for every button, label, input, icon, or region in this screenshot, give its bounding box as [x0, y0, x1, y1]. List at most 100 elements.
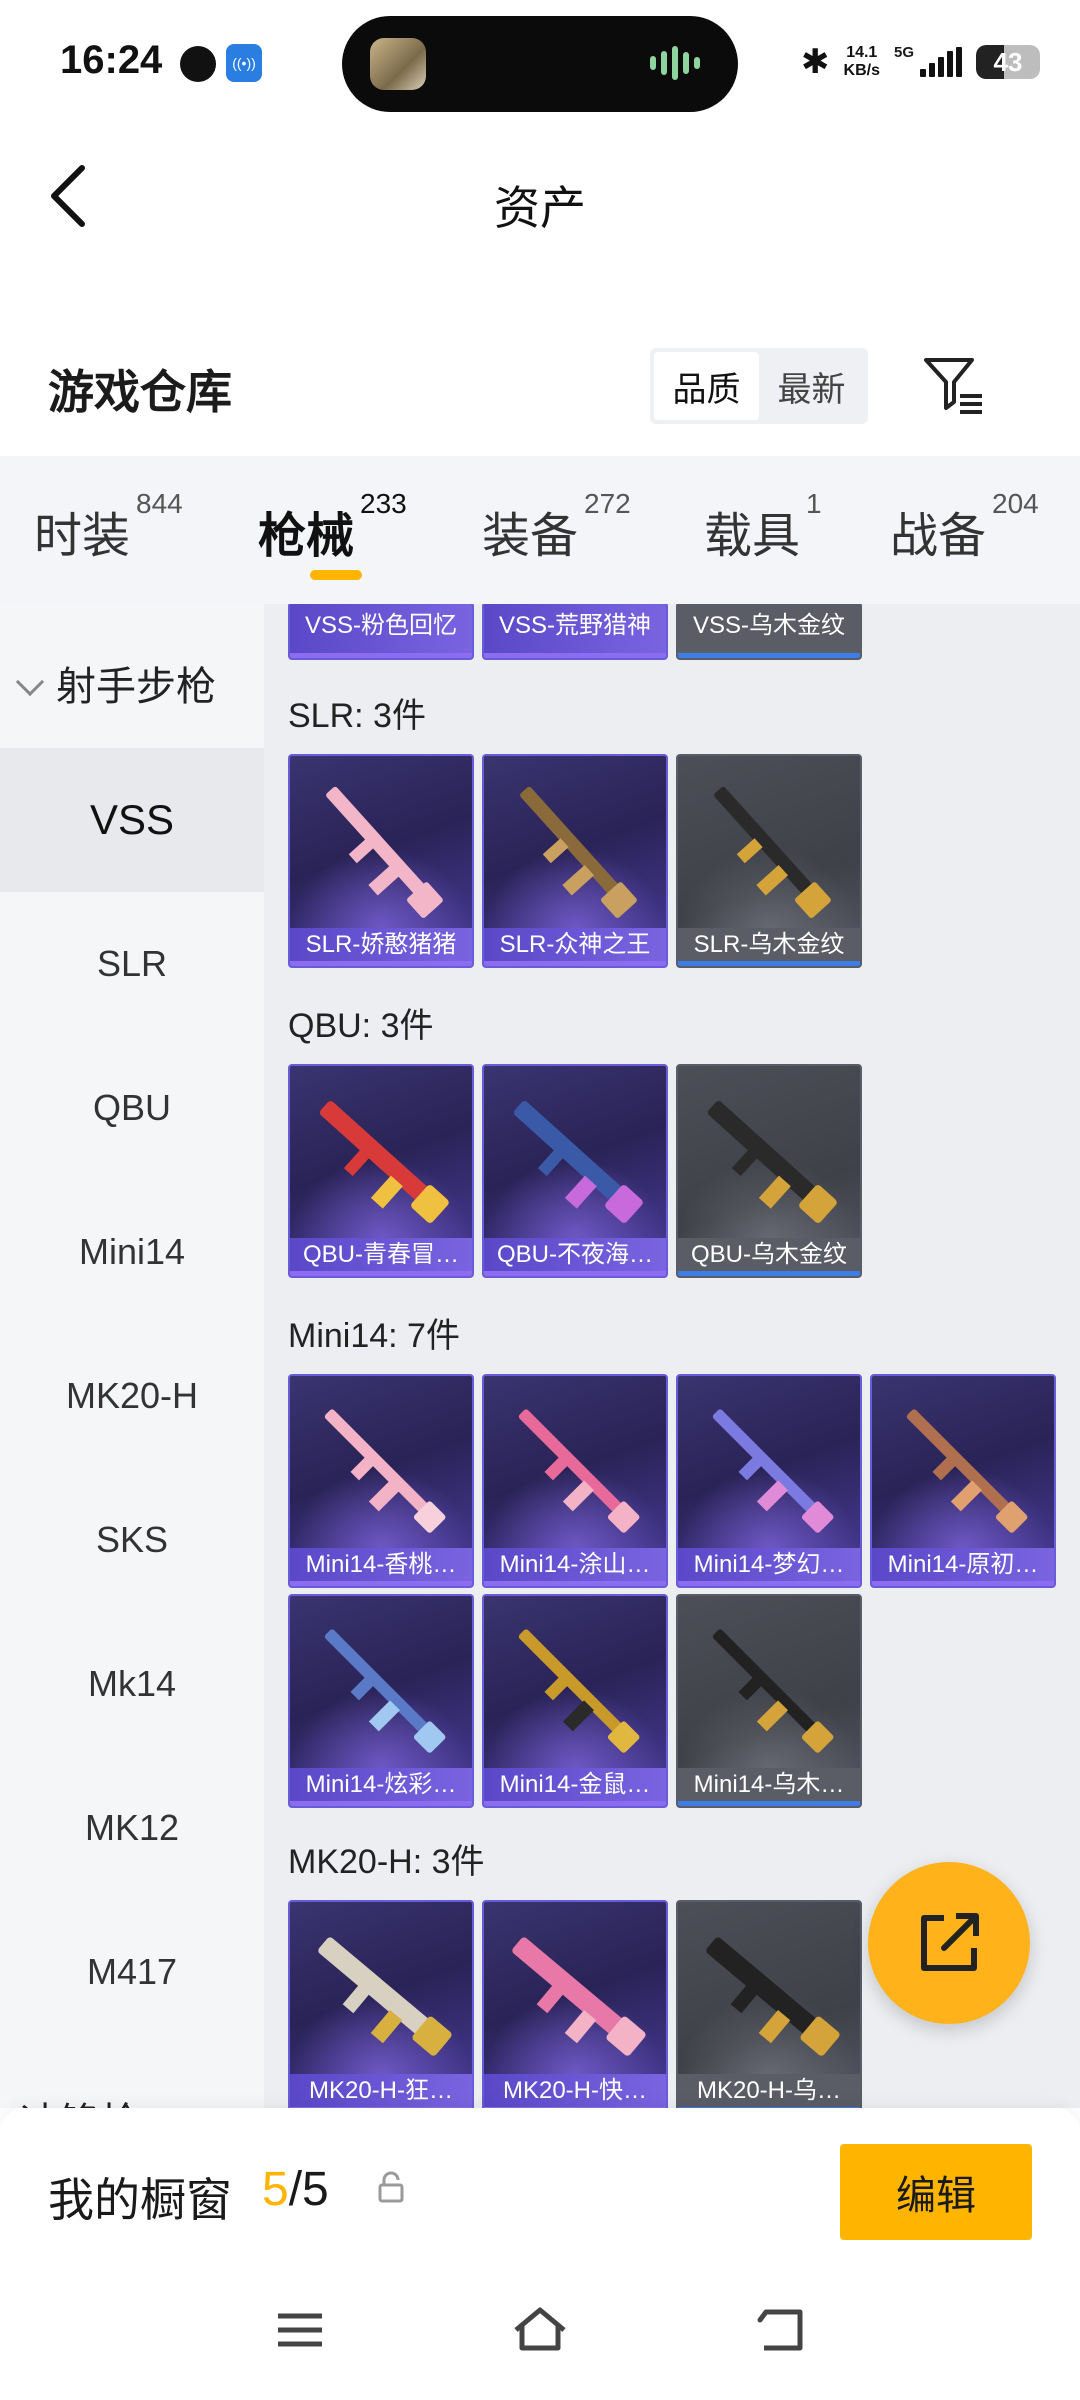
dynamic-island[interactable]: [342, 16, 738, 112]
sidebar-item-vss[interactable]: VSS: [0, 748, 264, 892]
weapon-name: QBU-乌木金纹: [678, 1238, 860, 1276]
weapon-card[interactable]: SLR-娇憨猪猪: [288, 754, 474, 968]
weapon-card[interactable]: Mini14-原初…: [870, 1374, 1056, 1588]
weapon-name: Mini14-乌木…: [678, 1768, 860, 1806]
group-label-qbu: QBU: 3件: [288, 1007, 434, 1045]
weapon-card[interactable]: SLR-众神之王: [482, 754, 668, 968]
weapon-name: VSS-荒野猎神: [484, 604, 666, 658]
group-label-mk20h: MK20-H: 3件: [288, 1843, 485, 1881]
weapon-card[interactable]: MK20-H-乌…: [676, 1900, 862, 2108]
sort-toggle: 品质 最新: [650, 348, 868, 424]
lock-icon: [378, 2171, 404, 2203]
sidebar-item-slr[interactable]: SLR: [0, 892, 264, 1036]
battery-icon: 43: [976, 45, 1040, 79]
weapon-name: MK20-H-快…: [484, 2074, 666, 2108]
sidebar-item-mk12[interactable]: MK12: [0, 1756, 264, 1900]
category-tabs: 时装844 枪械233 装备272 载具1 战备204: [0, 456, 1080, 604]
status-bar: 16:24 ((•)) ✱ 14.1 KB/s 5G 43: [0, 0, 1080, 130]
media-thumbnail: [370, 38, 426, 90]
weapon-card[interactable]: Mini14-涂山…: [482, 1374, 668, 1588]
weapon-card[interactable]: QBU-乌木金纹: [676, 1064, 862, 1278]
sidebar-item-sks[interactable]: SKS: [0, 1468, 264, 1612]
weapon-card[interactable]: QBU-青春冒…: [288, 1064, 474, 1278]
rifle-icon: [906, 1409, 1028, 1533]
weapon-name: VSS-粉色回忆: [290, 604, 472, 658]
weapon-card[interactable]: QBU-不夜海…: [482, 1064, 668, 1278]
tab-firearms[interactable]: 枪械233: [258, 488, 407, 566]
rifle-icon: [324, 1409, 446, 1533]
weapon-name: SLR-众神之王: [484, 928, 666, 966]
bluetooth-icon: ✱: [801, 43, 830, 81]
rifle-icon: [318, 1937, 452, 2056]
filter-icon[interactable]: [920, 352, 986, 418]
rifle-icon: [324, 1629, 446, 1753]
audio-wave-icon: [650, 46, 710, 82]
tab-equipment[interactable]: 装备272: [482, 488, 631, 566]
network-speed: 14.1 KB/s: [843, 44, 880, 79]
weapon-card[interactable]: Mini14-金鼠…: [482, 1594, 668, 1808]
sidebar-item-m417[interactable]: M417: [0, 1900, 264, 2044]
weapon-name: MK20-H-狂…: [290, 2074, 472, 2108]
rifle-icon: [712, 1629, 834, 1753]
page-title: 资产: [494, 182, 586, 234]
weapon-name: Mini14-涂山…: [484, 1548, 666, 1586]
weapon-name: Mini14-炫彩…: [290, 1768, 472, 1806]
hotspot-badge-icon: ((•)): [226, 44, 262, 82]
weapon-card[interactable]: MK20-H-狂…: [288, 1900, 474, 2108]
sidebar-item-qbu[interactable]: QBU: [0, 1036, 264, 1180]
sidebar-item-mk14[interactable]: Mk14: [0, 1612, 264, 1756]
sidebar-group-dmr[interactable]: 射手步枪: [15, 654, 216, 712]
home-icon[interactable]: [510, 2300, 570, 2360]
rifle-icon: [706, 1937, 840, 2056]
network-type: 5G: [893, 43, 914, 61]
showcase-label: 我的橱窗: [48, 2174, 232, 2226]
weapon-name: VSS-乌木金纹: [678, 604, 860, 658]
rifle-icon: [326, 786, 443, 918]
rifle-icon: [714, 786, 831, 918]
rifle-icon: [513, 1101, 643, 1223]
sidebar-item-mk20h[interactable]: MK20-H: [0, 1324, 264, 1468]
weapon-card[interactable]: VSS-粉色回忆: [288, 604, 474, 660]
weapon-name: Mini14-香桃…: [290, 1548, 472, 1586]
sort-newest[interactable]: 最新: [759, 352, 864, 420]
weapon-card[interactable]: Mini14-香桃…: [288, 1374, 474, 1588]
weapon-sidebar: 射手步枪 VSS SLR QBU Mini14 MK20-H SKS Mk14 …: [0, 604, 264, 2108]
tab-fashion[interactable]: 时装844: [34, 488, 183, 566]
rifle-icon: [518, 1409, 640, 1533]
weapon-card[interactable]: Mini14-梦幻…: [676, 1374, 862, 1588]
tab-indicator: [310, 570, 362, 580]
weapon-card[interactable]: Mini14-炫彩…: [288, 1594, 474, 1808]
group-label-mini14: Mini14: 7件: [288, 1317, 460, 1355]
clock: 16:24: [60, 38, 163, 82]
weapon-name: Mini14-金鼠…: [484, 1768, 666, 1806]
battery-level: 43: [993, 47, 1023, 77]
weapon-card[interactable]: SLR-乌木金纹: [676, 754, 862, 968]
chevron-down-icon: [15, 667, 45, 697]
menu-icon[interactable]: [270, 2300, 330, 2360]
globe-icon: [180, 46, 216, 82]
weapon-name: Mini14-原初…: [872, 1548, 1054, 1586]
weapon-card[interactable]: VSS-荒野猎神: [482, 604, 668, 660]
system-nav-bar: [0, 2260, 1080, 2400]
sidebar-group-smg[interactable]: 冲锋枪: [20, 2090, 140, 2108]
rifle-icon: [512, 1937, 646, 2056]
signal-icon: [920, 47, 962, 77]
weapon-card[interactable]: MK20-H-快…: [482, 1900, 668, 2108]
weapon-name: QBU-青春冒…: [290, 1238, 472, 1276]
section-title: 游戏仓库: [48, 366, 232, 418]
weapon-card[interactable]: VSS-乌木金纹: [676, 604, 862, 660]
edit-button[interactable]: 编辑: [840, 2144, 1032, 2240]
share-icon: [921, 1913, 979, 1971]
weapon-name: QBU-不夜海…: [484, 1238, 666, 1276]
rifle-icon: [520, 786, 637, 918]
rifle-icon: [707, 1101, 837, 1223]
sidebar-item-mini14[interactable]: Mini14: [0, 1180, 264, 1324]
rifle-icon: [712, 1409, 834, 1533]
back-nav-icon[interactable]: [750, 2300, 810, 2360]
weapon-card[interactable]: Mini14-乌木…: [676, 1594, 862, 1808]
sort-quality[interactable]: 品质: [654, 352, 759, 420]
weapon-name: SLR-娇憨猪猪: [290, 928, 472, 966]
tab-vehicles[interactable]: 载具1: [704, 488, 822, 566]
tab-supplies[interactable]: 战备204: [890, 488, 1039, 566]
share-button[interactable]: [868, 1862, 1030, 2024]
